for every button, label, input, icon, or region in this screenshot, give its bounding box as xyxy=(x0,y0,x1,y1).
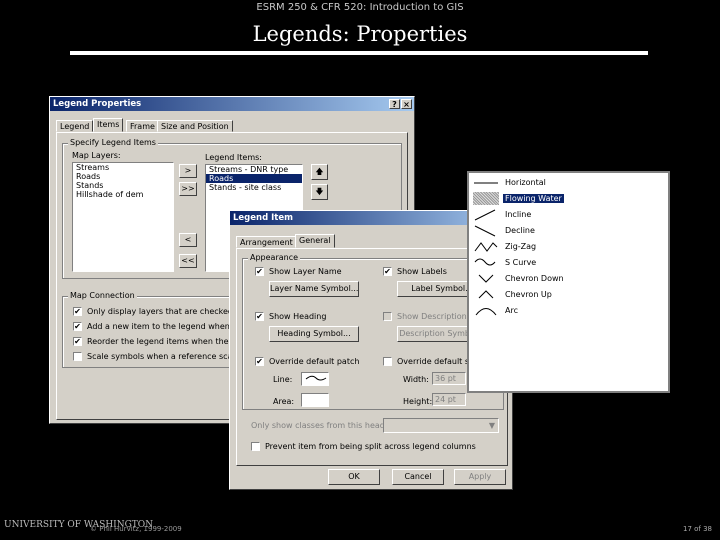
add-all-button[interactable]: >> xyxy=(179,182,197,196)
ok-button[interactable]: OK xyxy=(328,469,380,485)
prevent-split-checkbox[interactable] xyxy=(251,442,260,451)
override-size-checkbox[interactable] xyxy=(383,357,392,366)
show-layer-name-checkbox[interactable]: ✔ xyxy=(255,267,264,276)
add-new-item-label: Add a new item to the legend when a ne xyxy=(87,322,250,331)
list-item[interactable]: Stands - site class xyxy=(206,183,302,192)
area-label: Area: xyxy=(273,397,295,406)
show-heading-checkbox[interactable]: ✔ xyxy=(255,312,264,321)
legend-item-tabs: Arrangement General xyxy=(236,234,356,248)
chevron-up-patch-icon xyxy=(473,288,499,301)
patch-item-decline[interactable]: Decline xyxy=(471,223,667,239)
tab-general[interactable]: General xyxy=(295,234,335,248)
heading-select[interactable]: ▼ xyxy=(383,418,499,433)
add-item-button[interactable]: > xyxy=(179,164,197,178)
show-labels-label: Show Labels xyxy=(397,267,447,276)
arrow-down-icon: 🡇 xyxy=(315,187,324,196)
chevron-down-icon: ▼ xyxy=(488,421,495,430)
list-item[interactable]: Streams - DNR type xyxy=(206,165,302,174)
patch-item-horizontal[interactable]: Horizontal xyxy=(471,175,667,191)
patch-item-zig-zag[interactable]: Zig-Zag xyxy=(471,239,667,255)
patch-item-flowing-water[interactable]: Flowing Water xyxy=(471,191,667,207)
patch-item-chevron-down[interactable]: Chevron Down xyxy=(471,271,667,287)
list-item-selected[interactable]: Roads xyxy=(206,174,302,183)
map-layers-list[interactable]: Streams Roads Stands Hillshade of dem xyxy=(72,162,174,272)
arc-patch-icon xyxy=(473,304,499,317)
dialog-title: Legend Properties xyxy=(53,99,142,109)
chevron-down-patch-icon xyxy=(473,272,499,285)
show-labels-checkbox[interactable]: ✔ xyxy=(383,267,392,276)
dialog-title: Legend Item xyxy=(233,213,293,223)
patch-item-chevron-up[interactable]: Chevron Up xyxy=(471,287,667,303)
only-display-checked-checkbox[interactable]: ✔ xyxy=(73,307,82,316)
cancel-button[interactable]: Cancel xyxy=(392,469,444,485)
page-number: 17 of 38 xyxy=(682,525,712,533)
tab-items[interactable]: Items xyxy=(93,118,124,132)
decline-patch-icon xyxy=(473,224,499,237)
reorder-items-checkbox[interactable]: ✔ xyxy=(73,337,82,346)
s-curve-patch-icon xyxy=(473,256,499,269)
show-descriptions-label: Show Descriptions xyxy=(397,312,471,321)
line-patch-list[interactable]: Horizontal Flowing Water Incline Decline… xyxy=(467,171,670,393)
patch-item-s-curve[interactable]: S Curve xyxy=(471,255,667,271)
height-field[interactable]: 24 pt xyxy=(432,393,466,406)
zig-zag-patch-icon xyxy=(473,240,499,253)
legend-properties-titlebar: Legend Properties ? × xyxy=(50,97,414,111)
prevent-split-label: Prevent item from being split across leg… xyxy=(265,442,476,451)
help-icon[interactable]: ? xyxy=(389,99,400,109)
heading-symbol-button[interactable]: Heading Symbol... xyxy=(269,326,359,342)
show-descriptions-checkbox[interactable] xyxy=(383,312,392,321)
tab-frame[interactable]: Frame xyxy=(126,120,159,132)
reorder-items-label: Reorder the legend items when the map xyxy=(87,337,249,346)
width-label: Width: xyxy=(403,375,429,384)
title-divider xyxy=(70,51,648,55)
only-show-classes-label: Only show classes from this heading: xyxy=(251,421,400,430)
list-item[interactable]: Stands xyxy=(73,181,173,190)
area-patch-dropdown[interactable] xyxy=(301,393,329,407)
legend-properties-tabs: Legend Items Frame Size and Position xyxy=(56,118,356,132)
line-patch-icon xyxy=(305,375,327,381)
list-item[interactable]: Roads xyxy=(73,172,173,181)
line-label: Line: xyxy=(273,375,293,384)
map-layers-label: Map Layers: xyxy=(72,151,121,160)
tab-size-position[interactable]: Size and Position xyxy=(157,120,233,132)
override-patch-checkbox[interactable]: ✔ xyxy=(255,357,264,366)
scale-symbols-label: Scale symbols when a reference scale is xyxy=(87,352,249,361)
remove-all-button[interactable]: << xyxy=(179,254,197,268)
course-header: ESRM 250 & CFR 520: Introduction to GIS xyxy=(256,2,464,13)
scale-symbols-checkbox[interactable] xyxy=(73,352,82,361)
appearance-group: Appearance ✔ Show Layer Name ✔ Show Labe… xyxy=(242,253,504,410)
close-icon[interactable]: × xyxy=(401,99,412,109)
tab-legend[interactable]: Legend xyxy=(56,120,94,132)
show-heading-label: Show Heading xyxy=(269,312,327,321)
only-display-checked-label: Only display layers that are checked on … xyxy=(87,307,251,316)
patch-item-arc[interactable]: Arc xyxy=(471,303,667,319)
height-label: Height: xyxy=(403,397,433,406)
layer-name-symbol-button[interactable]: Layer Name Symbol... xyxy=(269,281,359,297)
list-item[interactable]: Streams xyxy=(73,163,173,172)
move-down-button[interactable]: 🡇 xyxy=(311,184,328,200)
list-item[interactable]: Hillshade of dem xyxy=(73,190,173,199)
horizontal-patch-icon xyxy=(473,176,499,189)
line-patch-dropdown[interactable] xyxy=(301,372,329,386)
tab-arrangement[interactable]: Arrangement xyxy=(236,236,297,248)
patch-item-incline[interactable]: Incline xyxy=(471,207,667,223)
legend-items-label: Legend Items: xyxy=(205,153,263,162)
remove-item-button[interactable]: < xyxy=(179,233,197,247)
copyright: © Phil Hurvitz, 1999-2009 xyxy=(90,525,182,533)
arrow-up-icon: 🡅 xyxy=(315,167,324,176)
width-field[interactable]: 36 pt xyxy=(432,372,466,385)
apply-button[interactable]: Apply xyxy=(454,469,506,485)
move-up-button[interactable]: 🡅 xyxy=(311,164,328,180)
add-new-item-checkbox[interactable]: ✔ xyxy=(73,322,82,331)
show-layer-name-label: Show Layer Name xyxy=(269,267,342,276)
incline-patch-icon xyxy=(473,208,499,221)
override-patch-label: Override default patch xyxy=(269,357,360,366)
slide-title: Legends: Properties xyxy=(252,22,468,46)
flowing-water-patch-icon xyxy=(473,192,499,205)
